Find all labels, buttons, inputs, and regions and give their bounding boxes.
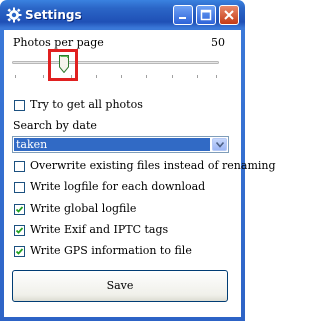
try-all-label[interactable]: Try to get all photos (30, 98, 143, 111)
minimize-button[interactable] (173, 5, 193, 25)
global-logfile-checkbox[interactable] (14, 204, 25, 215)
maximize-button[interactable] (196, 5, 216, 25)
chevron-down-icon (216, 142, 224, 148)
save-button[interactable]: Save (12, 270, 228, 302)
slider-tick (121, 75, 122, 78)
slider-tick (197, 75, 198, 78)
slider-tick (43, 75, 44, 78)
global-logfile-label[interactable]: Write global logfile (30, 202, 136, 215)
slider-tick (146, 75, 147, 78)
logfile-each-label[interactable]: Write logfile for each download (30, 180, 205, 193)
close-button[interactable] (219, 5, 239, 25)
settings-panel: Photos per page 50 Try to get all photos… (4, 30, 276, 317)
slider-tick (15, 75, 16, 78)
window-title: Settings (25, 8, 82, 22)
search-by-date-label: Search by date (13, 119, 97, 132)
slider-tick (172, 75, 173, 78)
photos-per-page-label: Photos per page (13, 36, 104, 49)
overwrite-checkbox[interactable] (14, 161, 25, 172)
dropdown-button[interactable] (212, 138, 227, 151)
title-bar[interactable]: Settings (0, 0, 245, 30)
slider-tick (96, 75, 97, 78)
overwrite-label[interactable]: Overwrite existing files instead of rena… (30, 159, 276, 172)
slider-thumb[interactable] (59, 55, 69, 73)
minimize-icon (179, 17, 186, 19)
close-icon (224, 10, 234, 20)
try-all-checkbox[interactable] (14, 100, 25, 111)
checkmark-icon (15, 248, 24, 255)
slider-highlight (48, 49, 78, 81)
settings-window: Settings Photos per page 50 Try to get a… (0, 0, 276, 321)
maximize-icon (200, 9, 212, 21)
search-by-date-select[interactable]: taken (12, 136, 229, 153)
exif-iptc-label[interactable]: Write Exif and IPTC tags (30, 223, 168, 236)
slider-track[interactable] (12, 61, 219, 64)
gps-label[interactable]: Write GPS information to file (30, 244, 192, 257)
checkmark-icon (15, 206, 24, 213)
slider-tick (216, 75, 217, 78)
photos-per-page-value: 50 (211, 36, 225, 49)
gear-icon (6, 7, 22, 23)
checkmark-icon (15, 227, 24, 234)
gps-checkbox[interactable] (14, 246, 25, 257)
exif-iptc-checkbox[interactable] (14, 225, 25, 236)
logfile-each-checkbox[interactable] (14, 182, 25, 193)
search-by-date-value: taken (14, 138, 210, 151)
